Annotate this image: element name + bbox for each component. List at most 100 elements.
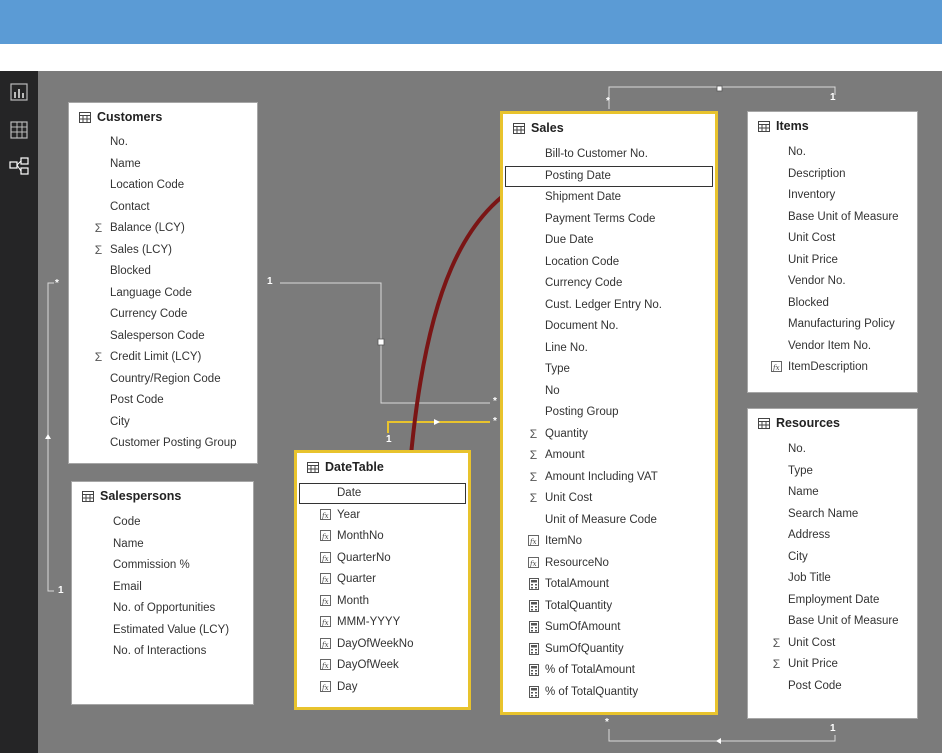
field-row[interactable]: Description [748, 164, 917, 185]
field-row[interactable]: TotalQuantity [503, 596, 715, 617]
field-row[interactable]: Currency Code [503, 273, 715, 294]
field-row[interactable]: Contact [69, 197, 257, 218]
field-row[interactable]: Country/Region Code [69, 369, 257, 390]
field-row[interactable]: TotalAmount [503, 574, 715, 595]
field-row[interactable]: fx ResourceNo [503, 553, 715, 574]
field-name: Unit Cost [545, 492, 593, 504]
field-row[interactable]: fx MMM-YYYY [297, 612, 468, 633]
field-row[interactable]: Name [72, 534, 253, 555]
field-row[interactable]: Line No. [503, 338, 715, 359]
field-row[interactable]: fx ItemDescription [748, 357, 917, 378]
field-row[interactable]: Currency Code [69, 304, 257, 325]
field-row[interactable]: Salesperson Code [69, 326, 257, 347]
field-row[interactable]: Inventory [748, 185, 917, 206]
field-row[interactable]: Location Code [69, 175, 257, 196]
relationships-view-button[interactable] [8, 155, 30, 177]
field-row[interactable]: Unit of Measure Code [503, 510, 715, 531]
field-row[interactable]: Unit Cost [748, 228, 917, 249]
field-row[interactable]: Σ Unit Cost [748, 633, 917, 654]
field-row[interactable]: Name [748, 482, 917, 503]
field-row[interactable]: Type [748, 461, 917, 482]
field-row[interactable]: Address [748, 525, 917, 546]
field-row[interactable]: Σ Balance (LCY) [69, 218, 257, 239]
field-row[interactable]: Post Code [69, 390, 257, 411]
field-name: TotalAmount [545, 578, 609, 590]
field-row[interactable]: Base Unit of Measure [748, 207, 917, 228]
field-name: City [788, 550, 808, 563]
field-row[interactable]: Σ Sales (LCY) [69, 240, 257, 261]
field-row[interactable]: Base Unit of Measure [748, 611, 917, 632]
field-row[interactable]: Cust. Ledger Entry No. [503, 295, 715, 316]
field-row[interactable]: Posting Date [505, 165, 713, 187]
field-row[interactable]: Manufacturing Policy [748, 314, 917, 335]
model-canvas[interactable]: 1 * * 1 * 1 * 1 * 1 Customers No. Name Loc… [38, 71, 942, 753]
field-name: DayOfWeek [337, 659, 399, 671]
field-row[interactable]: % of TotalQuantity [503, 682, 715, 703]
field-row[interactable]: Date [299, 483, 466, 504]
table-datetable[interactable]: DateTable Date fx Year fx MonthNo fx QuarterNo… [294, 450, 471, 710]
field-row[interactable]: Type [503, 359, 715, 380]
field-row[interactable]: Bill-to Customer No. [503, 144, 715, 165]
field-row[interactable]: Posting Group [503, 402, 715, 423]
field-row[interactable]: Employment Date [748, 590, 917, 611]
field-row[interactable]: City [69, 412, 257, 433]
field-row[interactable]: Σ Unit Price [748, 654, 917, 675]
field-row[interactable]: Job Title [748, 568, 917, 589]
field-row[interactable]: City [748, 547, 917, 568]
field-row[interactable]: Vendor Item No. [748, 336, 917, 357]
field-row[interactable]: Σ Quantity [503, 424, 715, 445]
field-row[interactable]: Language Code [69, 283, 257, 304]
report-view-button[interactable] [8, 81, 30, 103]
field-row[interactable]: SumOfQuantity [503, 639, 715, 660]
field-name: Line No. [545, 341, 588, 354]
field-row[interactable]: Σ Credit Limit (LCY) [69, 347, 257, 368]
field-row[interactable]: fx QuarterNo [297, 548, 468, 569]
field-row[interactable]: Shipment Date [503, 187, 715, 208]
field-row[interactable]: Location Code [503, 252, 715, 273]
table-title: Resources [758, 416, 840, 432]
field-row[interactable]: Σ Amount Including VAT [503, 467, 715, 488]
field-row[interactable]: fx MonthNo [297, 526, 468, 547]
field-row[interactable]: No [503, 381, 715, 402]
field-row[interactable]: fx Day [297, 677, 468, 698]
field-row[interactable]: Due Date [503, 230, 715, 251]
field-row[interactable]: fx ItemNo [503, 531, 715, 552]
field-row[interactable]: No. of Interactions [72, 641, 253, 662]
table-items[interactable]: Items No. Description Inventory Base Unit o… [747, 111, 918, 393]
field-row[interactable]: No. [69, 132, 257, 153]
field-row[interactable]: fx Quarter [297, 569, 468, 590]
field-row[interactable]: fx Year [297, 505, 468, 526]
field-row[interactable]: Post Code [748, 676, 917, 697]
field-row[interactable]: Customer Posting Group [69, 433, 257, 454]
field-row[interactable]: Payment Terms Code [503, 209, 715, 230]
field-row[interactable]: Email [72, 577, 253, 598]
field-row[interactable]: Unit Price [748, 250, 917, 271]
field-row[interactable]: Search Name [748, 504, 917, 525]
field-row[interactable]: Blocked [69, 261, 257, 282]
field-row[interactable]: Name [69, 154, 257, 175]
field-row[interactable]: No. of Opportunities [72, 598, 253, 619]
table-resources[interactable]: Resources No. Type Name Search Name Address C… [747, 408, 918, 719]
table-salespersons[interactable]: Salespersons Code Name Commission % Email No… [71, 481, 254, 705]
field-row[interactable]: Code [72, 512, 253, 533]
table-customers[interactable]: Customers No. Name Location Code Contact Σ Ba… [68, 102, 258, 464]
data-view-button[interactable] [8, 119, 30, 141]
field-row[interactable]: fx DayOfWeek [297, 655, 468, 676]
field-row[interactable]: SumOfAmount [503, 617, 715, 638]
field-row[interactable]: Σ Unit Cost [503, 488, 715, 509]
cardinality-many: * [493, 416, 497, 427]
field-row[interactable]: Σ Amount [503, 445, 715, 466]
svg-text:fx: fx [321, 684, 329, 692]
field-row[interactable]: Vendor No. [748, 271, 917, 292]
field-row[interactable]: % of TotalAmount [503, 660, 715, 681]
field-row[interactable]: fx Month [297, 591, 468, 612]
field-row[interactable]: Estimated Value (LCY) [72, 620, 253, 641]
field-row[interactable]: Blocked [748, 293, 917, 314]
field-row[interactable]: fx DayOfWeekNo [297, 634, 468, 655]
field-row[interactable]: Document No. [503, 316, 715, 337]
field-row[interactable]: Commission % [72, 555, 253, 576]
table-sales[interactable]: Sales Bill-to Customer No. Posting Date Sh… [500, 111, 718, 715]
field-name: Sales (LCY) [110, 243, 172, 256]
field-row[interactable]: No. [748, 142, 917, 163]
field-row[interactable]: No. [748, 439, 917, 460]
